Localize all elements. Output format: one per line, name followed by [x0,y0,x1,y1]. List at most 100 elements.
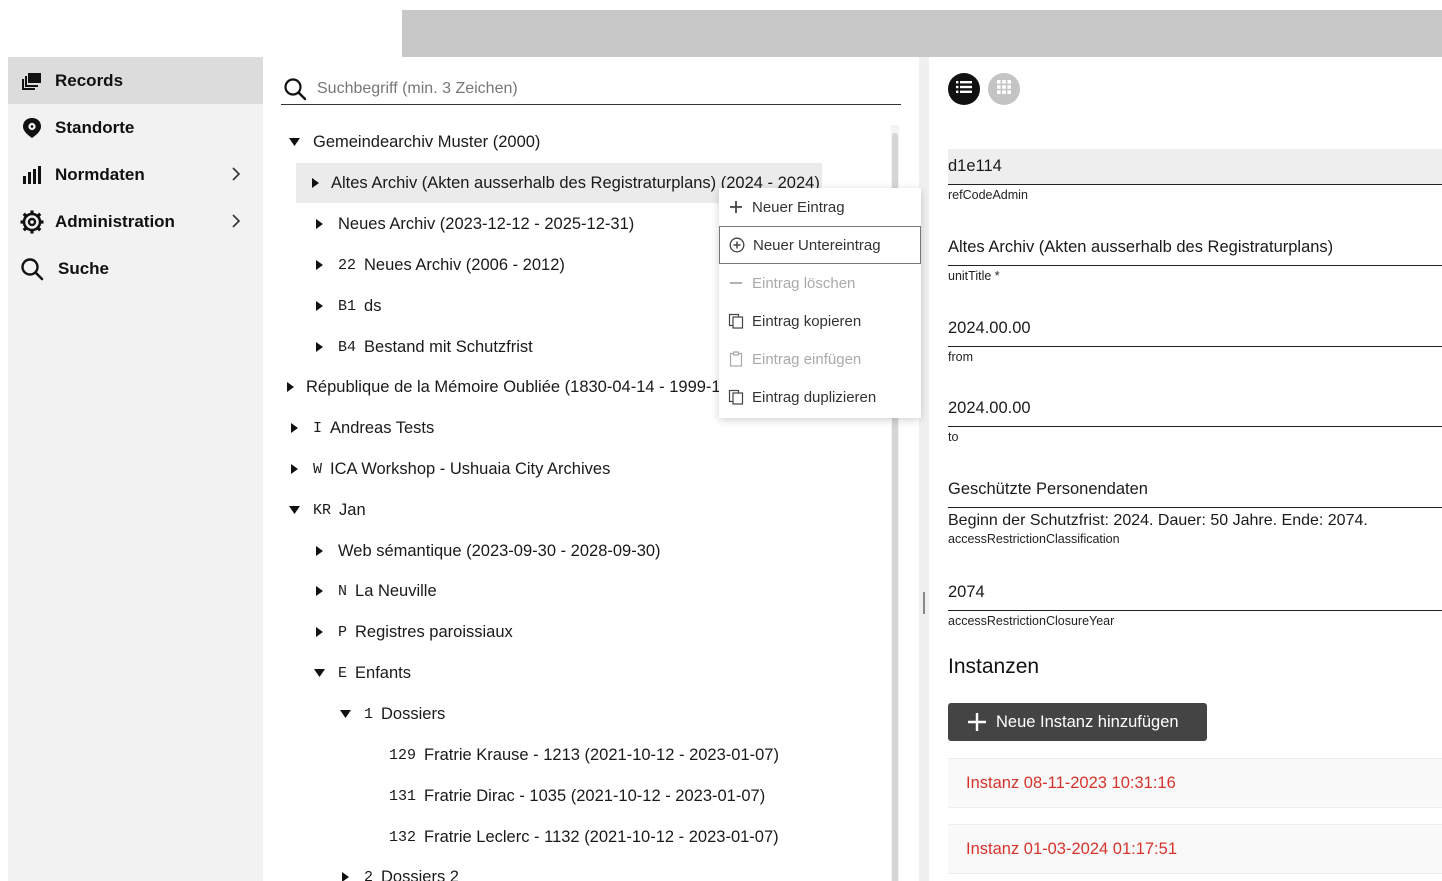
tree-row[interactable]: 1 Dossiers [338,694,445,734]
tree-row-label: Neues Archiv (2023-12-12 - 2025-12-31) [338,214,635,233]
chevron-right-icon [227,212,245,230]
tree-row-label: La Neuville [355,581,437,600]
records-icon [20,69,44,93]
caret-down-icon[interactable] [312,666,326,680]
tree-row-label: République de la Mémoire Oubliée (1830-0… [306,377,719,396]
caret-down-icon[interactable] [287,503,301,517]
tree-row-label: Registres paroissiaux [355,622,513,641]
search-input[interactable] [317,79,877,98]
sidebar-item-administration[interactable]: Administration [8,198,263,245]
tree-row[interactable]: I Andreas Tests [287,408,434,448]
to-input[interactable]: 2024.00.00 [948,391,1442,427]
field-refcodeadmin: d1e114 refCodeAdmin [948,149,1442,202]
tree-row-code: 22 [338,256,357,274]
menu-item-new-entry[interactable]: Neuer Eintrag [719,188,921,226]
field-access-restriction-classification: Geschützte Personendaten Beginn der Schu… [948,472,1442,546]
list-view-button[interactable] [948,73,980,105]
sidebar-item-suche[interactable]: Suche [8,245,263,292]
closure-year-input[interactable]: 2074 [948,575,1442,611]
caret-right-icon[interactable] [312,340,326,354]
tree-row-code: B1 [338,297,357,315]
menu-item-copy-entry[interactable]: Eintrag kopieren [719,302,921,340]
tree-row-label: Fratrie Leclerc - 1132 (2021-10-12 - 202… [424,827,779,846]
tree-row[interactable]: Web sémantique (2023-09-30 - 2028-09-30) [312,531,661,571]
caret-right-icon[interactable] [312,258,326,272]
tree-row[interactable]: B1 ds [312,286,381,326]
access-restriction-select[interactable]: Geschützte Personendaten [948,472,1442,508]
tree-row[interactable]: 131 Fratrie Dirac - 1035 (2021-10-12 - 20… [363,776,765,816]
grid-icon [997,79,1011,99]
caret-right-icon[interactable] [312,299,326,313]
tree-row-code: 2 [364,868,374,881]
plus-icon [967,712,987,732]
sidebar-item-standorte[interactable]: Standorte [8,104,263,151]
tree-row[interactable]: B4 Bestand mit Schutzfrist [312,327,533,367]
field-closure-year: 2074 accessRestrictionClosureYear [948,575,1442,628]
tree-row[interactable]: 132 Fratrie Leclerc - 1132 (2021-10-12 - … [363,817,779,857]
tree-row-label: Andreas Tests [330,418,435,437]
caret-right-icon[interactable] [287,462,301,476]
menu-item-duplicate-entry[interactable]: Eintrag duplizieren [719,378,921,416]
tree-row[interactable]: N La Neuville [312,571,437,611]
tree-search [281,73,901,105]
caret-down-icon[interactable] [287,135,301,149]
gear-icon [20,210,44,234]
tree-row[interactable]: 129 Fratrie Krause - 1213 (2021-10-12 - 2… [363,735,779,775]
menu-item-delete-entry[interactable]: Eintrag löschen [719,264,921,302]
caret-right-icon[interactable] [312,625,326,639]
instance-item[interactable]: Instanz 01-03-2024 01:17:51 [948,824,1442,874]
tree-row-label: Web sémantique (2023-09-30 - 2028-09-30) [338,541,661,560]
tree-row[interactable]: P Registres paroissiaux [312,612,513,652]
sidebar-item-normdaten[interactable]: Normdaten [8,151,263,198]
panel-divider[interactable] [919,57,929,881]
caret-right-icon[interactable] [338,870,352,881]
caret-down-icon[interactable] [338,707,352,721]
tree-row-label: ICA Workshop - Ushuaia City Archives [330,459,611,478]
caret-right-icon[interactable] [287,380,294,394]
caret-right-icon[interactable] [287,421,301,435]
menu-item-paste-entry[interactable]: Eintrag einfügen [719,340,921,378]
tree-row[interactable]: République de la Mémoire Oubliée (1830-0… [287,367,719,407]
menu-item-label: Eintrag löschen [752,274,856,292]
field-unittitle: Altes Archiv (Akten ausserhalb des Regis… [948,230,1442,283]
field-label: accessRestrictionClosureYear [948,614,1115,628]
tree-row[interactable]: Gemeindearchiv Muster (2000) [287,122,540,162]
list-icon [956,80,972,99]
from-input[interactable]: 2024.00.00 [948,311,1442,347]
plus-circle-icon [728,236,746,254]
caret-right-icon[interactable] [312,176,319,190]
sidebar-item-label: Normdaten [55,164,145,184]
add-instance-button[interactable]: Neue Instanz hinzufügen [948,703,1207,741]
caret-right-icon[interactable] [312,544,326,558]
sidebar-item-records[interactable]: Records [8,57,263,104]
tree-row-code: N [338,582,348,600]
plus-icon [727,198,745,216]
detail-panel: d1e114 refCodeAdmin Altes Archiv (Akten … [929,57,1442,881]
instance-item[interactable]: Instanz 08-11-2023 10:31:16 [948,758,1442,808]
caret-right-icon[interactable] [312,584,326,598]
tree-row[interactable]: 2 Dossiers 2 [338,857,459,881]
tree-row[interactable]: W ICA Workshop - Ushuaia City Archives [287,449,610,489]
sidebar: Records Standorte Normdaten Administrati… [8,57,263,881]
tree-row[interactable]: KR Jan [287,490,366,530]
tree-row-code: I [313,419,323,437]
minus-icon [727,274,745,292]
tree-row-label: Bestand mit Schutzfrist [364,337,533,356]
tree-row[interactable]: E Enfants [312,653,411,693]
tree-row-code: 129 [389,746,417,764]
refcodeadmin-input[interactable]: d1e114 [948,149,1442,185]
sidebar-item-label: Standorte [55,117,135,137]
tree-row-label: Neues Archiv (2006 - 2012) [364,255,565,274]
tree-row[interactable]: Neues Archiv (2023-12-12 - 2025-12-31) [312,204,634,244]
menu-item-label: Eintrag duplizieren [752,388,877,406]
caret-right-icon[interactable] [312,217,326,231]
tree-row-label: Fratrie Krause - 1213 (2021-10-12 - 2023… [424,745,779,764]
tree-row[interactable]: 22 Neues Archiv (2006 - 2012) [312,245,565,285]
top-bar [402,10,1442,57]
field-label: to [948,430,959,444]
grid-view-button[interactable] [988,73,1020,105]
resize-handle[interactable] [923,592,925,614]
unittitle-input[interactable]: Altes Archiv (Akten ausserhalb des Regis… [948,230,1442,266]
menu-item-new-subentry[interactable]: Neuer Untereintrag [719,226,921,264]
tree-row-label: Dossiers [381,704,446,723]
